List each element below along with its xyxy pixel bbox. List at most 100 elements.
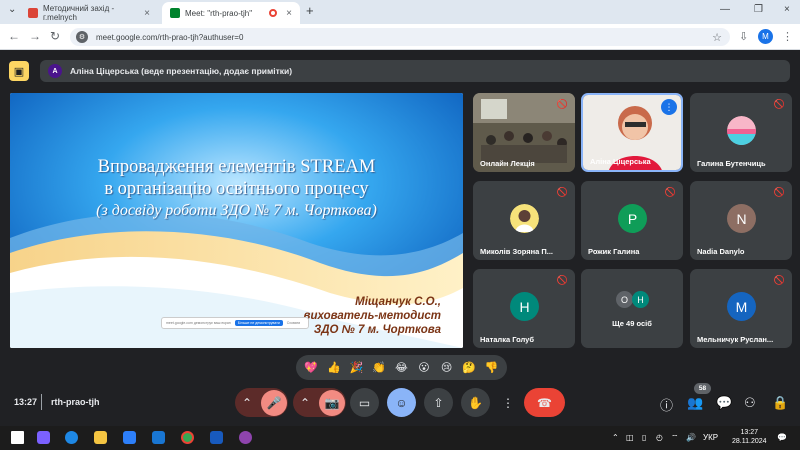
download-icon[interactable]: ⇩ [739,30,748,43]
wifi-icon[interactable]: ⌔ [671,433,679,443]
participant-avatar-image [727,116,756,145]
mic-off-icon[interactable]: 🎤 [261,389,288,416]
store-icon[interactable] [123,431,136,444]
browser-tab-active[interactable]: Meet: "rth-prao-tjh" × [162,2,300,24]
site-info-icon[interactable]: ⚙ [76,31,88,43]
author-position: вихователь-методист [303,310,441,322]
party-reaction-button[interactable]: 🎉 [347,361,365,374]
restore-icon[interactable]: ❐ [754,4,763,15]
reactions-button[interactable]: ☺ [387,388,416,417]
participant-tile[interactable]: 🚫 Галина Бутенчиць [690,93,792,172]
host-controls-icon[interactable]: 🔒 [772,395,788,411]
mic-off-icon: 🚫 [556,99,568,109]
emoji-icon[interactable]: ☺ [395,396,407,410]
thinking-reaction-button[interactable]: 🤔 [460,361,478,374]
hand-icon[interactable]: ✋ [468,396,483,410]
taskbar-clock[interactable]: 13:27 28.11.2024 [732,428,767,446]
present-button[interactable]: ⇧ [424,388,453,417]
clap-reaction-button[interactable]: 👏 [370,361,388,374]
mic-off-icon: 🚫 [556,187,568,197]
participant-name: Аліна Ціцерська [590,157,651,166]
file-explorer-icon[interactable] [94,431,107,444]
participant-tile[interactable]: M 🚫 Мельничук Руслан... [690,269,792,348]
presentation-off-icon[interactable]: ▣ [9,61,29,81]
volume-icon[interactable]: 🔊 [686,433,696,442]
tab-search-icon[interactable]: ⌄ [8,4,16,15]
author-organization: ЗДО № 7 м. Чорткова [313,324,441,336]
more-participants-tile[interactable]: О Н Ще 49 осіб [581,269,683,348]
close-tab-icon[interactable]: × [144,8,150,19]
new-tab-icon[interactable]: + [306,3,314,18]
word-icon[interactable] [210,431,223,444]
presenter-label: Аліна Ціцерська (веде презентацію, додає… [70,66,293,76]
viber-icon[interactable] [239,431,252,444]
heart-reaction-button[interactable]: 💖 [302,361,320,374]
captions-button[interactable]: ▭ [350,388,379,417]
participant-tile[interactable]: Н 🚫 Наталка Голуб [473,269,575,348]
language-indicator[interactable]: УКР [703,433,718,442]
control-divider [41,394,42,410]
hide-share-button[interactable]: Сховати [287,321,300,325]
mic-off-icon: 🚫 [773,99,785,109]
chrome-icon[interactable] [181,431,194,444]
url-text[interactable]: meet.google.com/rth-prao-tjh?authuser=0 [96,33,243,42]
participant-tile[interactable]: 🚫 Онлайн Лекція [473,93,575,172]
menu-icon[interactable]: ⋮ [782,30,793,43]
more-icon[interactable]: ⋮ [502,396,514,410]
reload-icon[interactable]: ↻ [50,29,60,43]
tray-icon[interactable]: ◴ [656,433,663,442]
thumbs-down-reaction-button[interactable]: 👎 [483,361,501,374]
close-tab-icon[interactable]: × [286,8,292,19]
participant-name: Рожик Галина [588,247,640,256]
participant-name: Миколів Зоряна П... [480,247,554,256]
start-icon[interactable] [11,431,24,444]
speaking-indicator-icon: ⋮ [661,99,677,115]
participant-avatar-image [510,204,539,233]
presenter-avatar: A [48,64,62,78]
activities-icon[interactable]: ⚇ [744,395,756,411]
edge-icon[interactable] [65,431,78,444]
close-window-icon[interactable]: × [784,4,790,15]
participant-name: Мельничук Руслан... [697,335,774,344]
info-icon[interactable]: ⓘ [660,395,673,414]
participant-tile[interactable]: N 🚫 Nadia Danylo [690,181,792,260]
chevron-up-icon[interactable]: ⌃ [242,396,252,410]
present-icon[interactable]: ⇧ [433,396,443,410]
copilot-icon[interactable] [37,431,50,444]
forward-icon[interactable]: → [29,29,41,43]
mail-icon[interactable] [152,431,165,444]
tray-icon[interactable]: ◫ [626,433,634,442]
thumbs-up-reaction-button[interactable]: 👍 [325,361,343,374]
audio-options-button[interactable]: ⌃ 🎤 [235,388,288,417]
profile-avatar[interactable]: M [758,29,773,44]
reaction-bar: 💖 👍 🎉 👏 😂 😮 😢 🤔 👎 [296,355,507,380]
tray-icon[interactable]: ▯ [642,433,646,442]
camera-off-icon[interactable]: 📷 [319,389,346,416]
participant-name: Онлайн Лекція [480,159,535,168]
windows-taskbar: ⌃ ◫ ▯ ◴ ⌔ 🔊 УКР 13:27 28.11.2024 💬 [0,426,800,450]
tray-arrow-icon[interactable]: ⌃ [612,433,619,442]
bookmark-star-icon[interactable]: ☆ [712,31,722,44]
browser-tab-inactive[interactable]: Методичний захід - г.melnych × [20,2,158,24]
surprised-reaction-button[interactable]: 😮 [415,361,433,374]
captions-icon[interactable]: ▭ [359,396,370,410]
minimize-icon[interactable]: — [720,4,730,15]
video-options-button[interactable]: ⌃ 📷 [293,388,346,417]
notification-icon[interactable]: 💬 [777,433,787,442]
leave-call-button[interactable]: ☎ [524,388,565,417]
back-icon[interactable]: ← [8,29,20,43]
raise-hand-button[interactable]: ✋ [461,388,490,417]
chat-icon[interactable]: 💬 [716,395,732,411]
address-bar[interactable]: ⚙ meet.google.com/rth-prao-tjh?authuser=… [70,28,730,46]
participant-tile[interactable]: 🚫 Миколів Зоряна П... [473,181,575,260]
participant-tile[interactable]: P 🚫 Рожик Галина [581,181,683,260]
sad-reaction-button[interactable]: 😢 [438,361,456,374]
more-options-button[interactable]: ⋮ [496,388,520,417]
people-icon[interactable]: 👥 [687,395,703,411]
laugh-reaction-button[interactable]: 😂 [392,361,410,374]
participant-tile-active[interactable]: ⋮ Аліна Ціцерська [581,93,683,172]
end-call-icon[interactable]: ☎ [537,396,552,410]
chevron-up-icon[interactable]: ⌃ [300,396,310,410]
participant-avatar: M [727,292,756,321]
stop-sharing-button[interactable]: Більше не демонструвати [234,320,283,326]
